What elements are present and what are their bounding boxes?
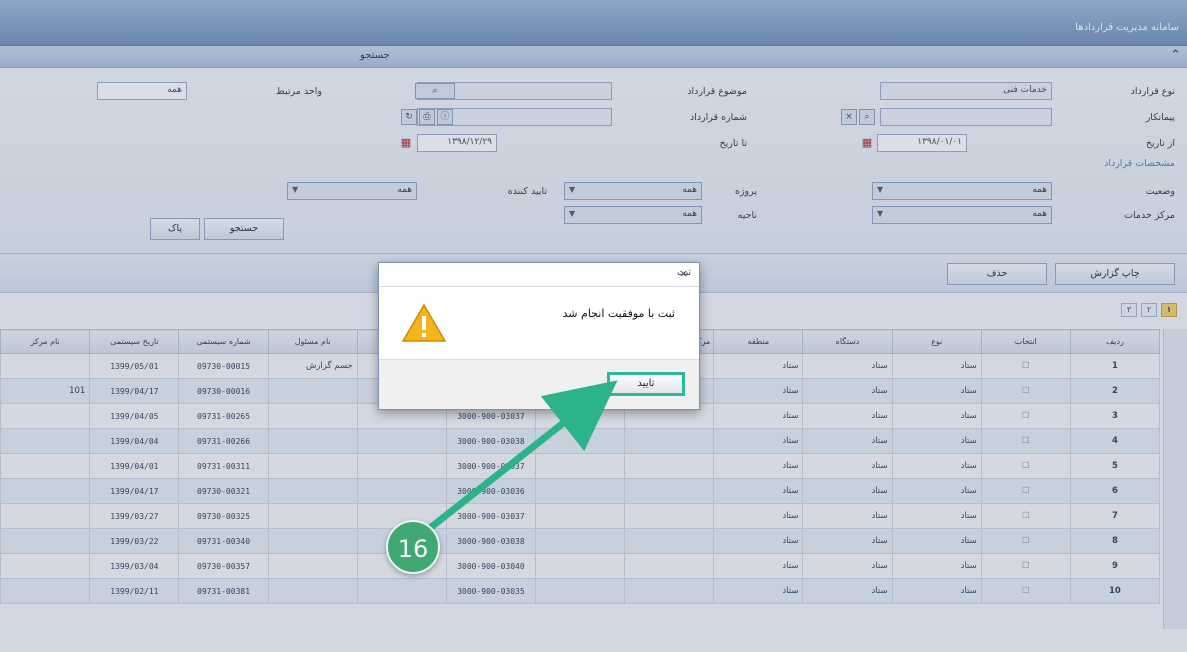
annotation-arrow (426, 380, 618, 532)
step-badge: 16 (386, 520, 440, 574)
